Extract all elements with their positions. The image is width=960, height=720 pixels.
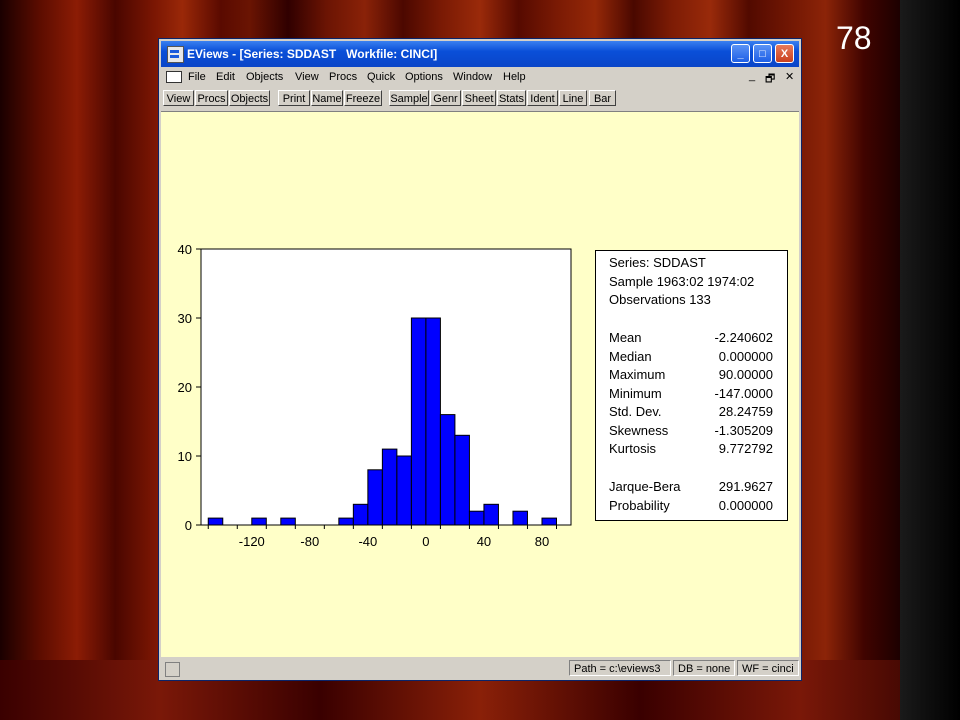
menu-procs[interactable]: Procs: [329, 71, 357, 83]
mdi-restore-button[interactable]: 🗗: [765, 70, 775, 89]
x-tick-label-5: 80: [535, 534, 549, 549]
stats-label-stddev: Std. Dev.: [609, 404, 662, 419]
stats-button[interactable]: Stats: [497, 90, 526, 106]
genr-button[interactable]: Genr: [430, 90, 461, 106]
menu-window[interactable]: Window: [453, 71, 492, 83]
stats-value-stddev: 28.24759: [718, 404, 773, 419]
mdi-minimize-button[interactable]: _: [749, 70, 755, 82]
stats-value-kurtosis: 9.772792: [718, 441, 773, 456]
menu-options[interactable]: Options: [405, 71, 443, 83]
stats-value-minimum: -147.0000: [714, 386, 773, 401]
histogram-bar-10: [352, 503, 369, 526]
close-button[interactable]: X: [775, 44, 794, 63]
stats-value-mean: -2.240602: [714, 330, 773, 345]
status-wf: WF = cinci: [737, 660, 799, 676]
minimize-button[interactable]: _: [731, 44, 750, 63]
histogram-bar-9: [338, 517, 354, 526]
x-tick-label-4: 40: [477, 534, 491, 549]
document-icon[interactable]: [166, 71, 182, 83]
status-path: Path = c:\eviews3: [569, 660, 671, 676]
status-grip-icon[interactable]: [165, 662, 180, 677]
menu-edit[interactable]: Edit: [216, 71, 235, 83]
curtain-edge: [900, 0, 960, 720]
histogram-bar-15: [425, 317, 441, 526]
histogram-bar-0: [207, 517, 224, 526]
series-toolbar: View Procs Objects Print Name Freeze Sam…: [161, 89, 799, 109]
stats-label-median: Median: [609, 349, 652, 364]
stats-value-median: 0.000000: [718, 349, 773, 364]
ident-button[interactable]: Ident: [527, 90, 558, 106]
procs-button[interactable]: Procs: [195, 90, 228, 106]
stats-value-probability: 0.000000: [718, 498, 773, 513]
histogram-bar-11: [367, 469, 383, 526]
y-tick-label-3: 30: [178, 311, 192, 326]
x-tick-label-2: -40: [358, 534, 377, 549]
stats-label-maximum: Maximum: [609, 367, 666, 382]
stats-observations: Observations 133: [609, 292, 711, 307]
title-bar[interactable]: EViews - [Series: SDDAST Workfile: CINCI…: [161, 41, 799, 67]
stats-value-maximum: 90.00000: [718, 367, 773, 382]
histogram-bar-19: [483, 503, 499, 526]
window-title: EViews - [Series: SDDAST Workfile: CINCI…: [187, 47, 438, 61]
freeze-button[interactable]: Freeze: [344, 90, 382, 106]
x-tick-label-3: 0: [422, 534, 429, 549]
y-tick-label-1: 10: [178, 449, 192, 464]
maximize-button[interactable]: □: [753, 44, 772, 63]
menu-quick[interactable]: Quick: [367, 71, 395, 83]
eviews-window: EViews - [Series: SDDAST Workfile: CINCI…: [158, 38, 802, 681]
histogram-bar-16: [439, 414, 456, 526]
stats-series-name: Series: SDDAST: [609, 255, 706, 270]
y-tick-label-0: 0: [185, 518, 192, 533]
menu-view[interactable]: View: [295, 71, 319, 83]
print-button[interactable]: Print: [278, 90, 310, 106]
stats-label-minimum: Minimum: [609, 386, 662, 401]
menu-file[interactable]: File: [188, 71, 206, 83]
menu-help[interactable]: Help: [503, 71, 526, 83]
status-bar: Path = c:\eviews3 DB = none WF = cinci: [161, 659, 799, 678]
histogram-bar-23: [541, 517, 557, 526]
stats-label-kurtosis: Kurtosis: [609, 441, 656, 456]
menu-objects[interactable]: Objects: [246, 71, 283, 83]
x-tick-label-0: -120: [239, 534, 265, 549]
stats-label-mean: Mean: [609, 330, 642, 345]
histogram-bar-18: [468, 510, 485, 526]
stats-sample-range: Sample 1963:02 1974:02: [609, 274, 755, 289]
status-db: DB = none: [673, 660, 735, 676]
view-button[interactable]: View: [163, 90, 194, 106]
slide-number: 78: [836, 20, 872, 56]
mdi-close-button[interactable]: ✕: [785, 70, 794, 83]
stats-value-jarque-bera: 291.9627: [718, 479, 773, 494]
histogram-bar-21: [512, 510, 528, 526]
bar-button[interactable]: Bar: [589, 90, 616, 106]
histogram-bar-12: [381, 448, 398, 526]
x-tick-label-1: -80: [300, 534, 319, 549]
stats-value-skewness: -1.305209: [714, 423, 773, 438]
histogram-chart: 0 10 20 30 40 -120 -80 -40 0 40 80: [178, 242, 572, 549]
stats-label-jarque-bera: Jarque-Bera: [609, 479, 681, 494]
y-tick-label-2: 20: [178, 380, 192, 395]
sheet-button[interactable]: Sheet: [462, 90, 496, 106]
histogram-bar-13: [396, 455, 412, 526]
name-button[interactable]: Name: [311, 90, 343, 106]
menu-bar: File Edit Objects View Procs Quick Optio…: [161, 68, 799, 87]
stats-label-probability: Probability: [609, 498, 670, 513]
y-tick-label-4: 40: [178, 242, 192, 257]
histogram-bar-3: [251, 517, 267, 526]
series-view-area[interactable]: 0 10 20 30 40 -120 -80 -40 0 40 80 Series: SDDAST…: [161, 111, 799, 657]
histogram-bar-17: [454, 434, 470, 526]
objects-button[interactable]: Objects: [229, 90, 270, 106]
eviews-app-icon[interactable]: [167, 46, 184, 63]
line-button[interactable]: Line: [559, 90, 587, 106]
stats-label-skewness: Skewness: [609, 423, 669, 438]
histogram-bar-14: [410, 317, 427, 526]
sample-button[interactable]: Sample: [389, 90, 429, 106]
histogram-bar-5: [280, 517, 296, 526]
descriptive-stats-box: Series: SDDAST Sample 1963:02 1974:02 Ob…: [595, 250, 788, 521]
